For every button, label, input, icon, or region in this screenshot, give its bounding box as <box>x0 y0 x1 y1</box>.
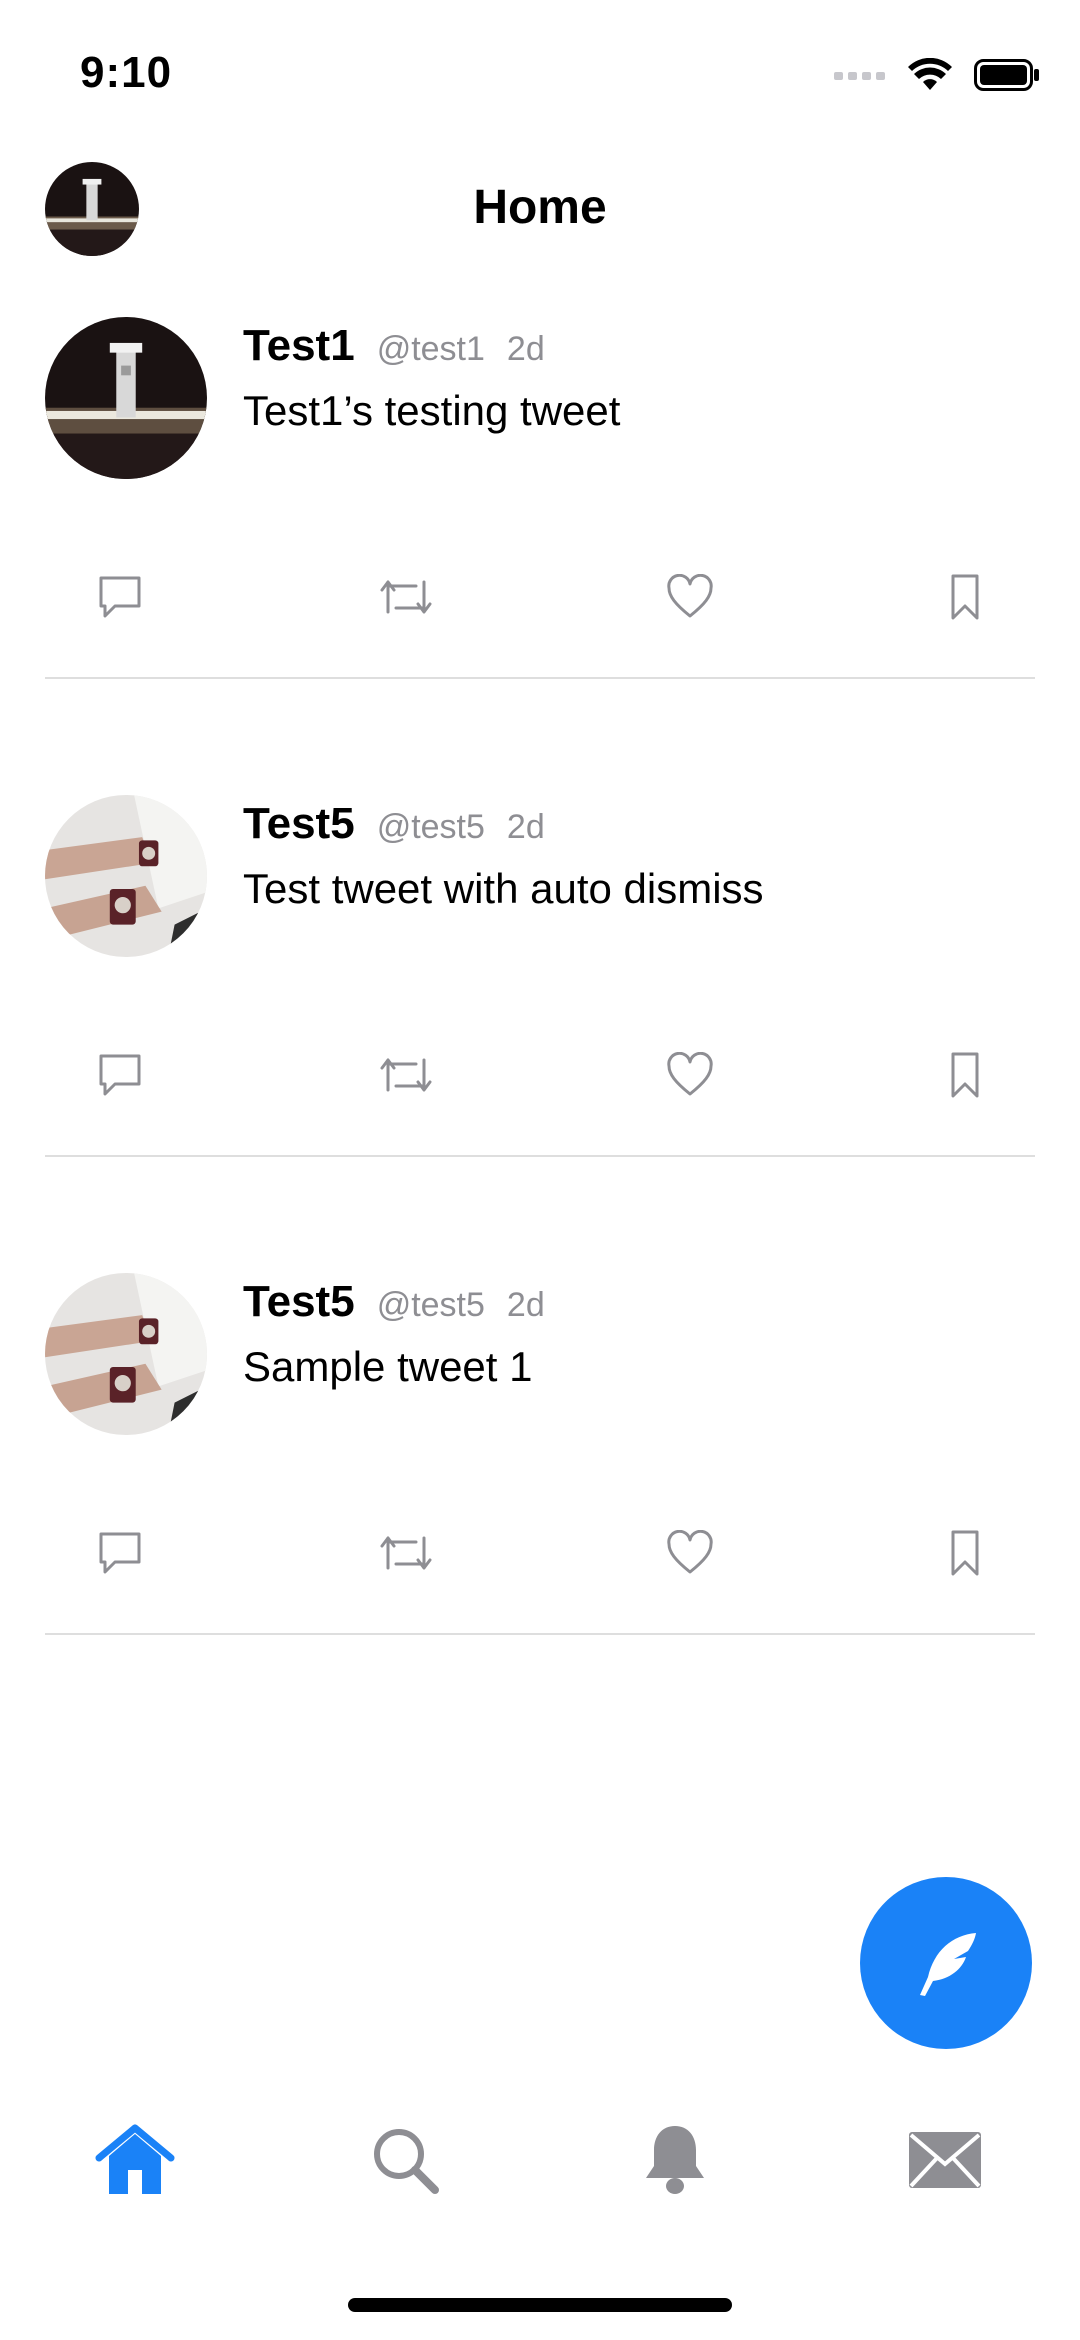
divider <box>45 1633 1035 1635</box>
battery-icon <box>974 59 1039 91</box>
author-name[interactable]: Test5 <box>243 1277 355 1327</box>
retweet-icon <box>380 580 432 614</box>
bookmark-icon <box>951 1530 979 1576</box>
like-button[interactable] <box>650 1035 730 1115</box>
retweet-icon <box>380 1536 432 1570</box>
bookmark-button[interactable] <box>925 1513 1005 1593</box>
home-indicator <box>348 2298 732 2312</box>
avatar[interactable] <box>45 317 207 479</box>
status-bar: 9:10 <box>0 0 1080 140</box>
retweet-button[interactable] <box>366 557 446 637</box>
bookmark-button[interactable] <box>925 557 1005 637</box>
tweet-item[interactable]: Test1 @test1 2d Test1’s testing tweet <box>0 317 1080 795</box>
tweet-time: 2d <box>506 330 545 368</box>
bookmark-icon <box>951 574 979 620</box>
author-handle: @test5 <box>376 808 485 846</box>
tweet-header: Test1 @test1 2d <box>243 321 545 371</box>
retweet-button[interactable] <box>366 1513 446 1593</box>
status-icons <box>834 58 1040 92</box>
comment-button[interactable] <box>80 1513 160 1593</box>
comment-icon <box>99 576 141 618</box>
like-icon <box>667 574 713 618</box>
tweet-actions <box>0 1513 1080 1593</box>
tab-home[interactable] <box>85 2110 185 2210</box>
messages-icon <box>909 2132 981 2188</box>
tab-search[interactable] <box>355 2110 455 2210</box>
avatar[interactable] <box>45 795 207 957</box>
tweet-item[interactable]: Test5 @test5 2d Test tweet with auto dis… <box>0 795 1080 1273</box>
navigation-bar: Home <box>0 150 1080 270</box>
tab-messages[interactable] <box>895 2110 995 2210</box>
like-icon <box>667 1530 713 1574</box>
tweet-header: Test5 @test5 2d <box>243 1277 545 1327</box>
comment-icon <box>99 1532 141 1574</box>
tweet-item[interactable]: Test5 @test5 2d Sample tweet 1 <box>0 1273 1080 1751</box>
divider <box>45 1155 1035 1157</box>
retweet-icon <box>380 1058 432 1092</box>
comment-button[interactable] <box>80 1035 160 1115</box>
page-title: Home <box>473 181 607 234</box>
tweet-text: Test1’s testing tweet <box>243 387 621 434</box>
tweet-header: Test5 @test5 2d <box>243 799 545 849</box>
tab-notifications[interactable] <box>625 2110 725 2210</box>
tweet-time: 2d <box>506 808 545 846</box>
like-icon <box>667 1052 713 1096</box>
cellular-signal-icon <box>834 72 885 80</box>
author-handle: @test5 <box>376 1286 485 1324</box>
bookmark-button[interactable] <box>925 1035 1005 1115</box>
tweet-text: Test tweet with auto dismiss <box>243 865 764 912</box>
tweet-time: 2d <box>506 1286 545 1324</box>
like-button[interactable] <box>650 1513 730 1593</box>
feather-icon <box>920 1933 976 1996</box>
divider <box>45 677 1035 679</box>
author-name[interactable]: Test5 <box>243 799 355 849</box>
tweet-actions <box>0 557 1080 637</box>
author-handle: @test1 <box>376 330 485 368</box>
tweet-actions <box>0 1035 1080 1115</box>
tweet-text: Sample tweet 1 <box>243 1343 533 1390</box>
avatar[interactable] <box>45 1273 207 1435</box>
bookmark-icon <box>951 1052 979 1098</box>
home-icon <box>95 2124 175 2194</box>
tab-bar <box>0 2100 1080 2230</box>
wifi-icon <box>908 58 952 90</box>
search-icon <box>374 2129 439 2194</box>
author-name[interactable]: Test1 <box>243 321 355 371</box>
status-time: 9:10 <box>80 48 173 97</box>
compose-tweet-button[interactable] <box>860 1877 1032 2049</box>
comment-icon <box>99 1054 141 1096</box>
comment-button[interactable] <box>80 557 160 637</box>
notifications-icon <box>646 2126 704 2194</box>
retweet-button[interactable] <box>366 1035 446 1115</box>
like-button[interactable] <box>650 557 730 637</box>
